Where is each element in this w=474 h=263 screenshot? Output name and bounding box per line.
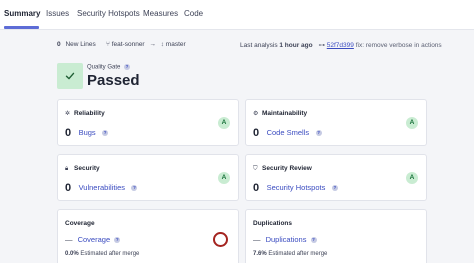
code-smells-link[interactable]: Code Smells [267, 128, 310, 137]
active-tab-indicator [4, 26, 39, 29]
coverage-link[interactable]: Coverage [78, 235, 111, 244]
last-analysis-info: Last analysis 1 hour ago ⊶ 52f7d399 fix:… [240, 41, 442, 49]
reliability-title: Reliability [74, 110, 105, 117]
help-icon[interactable]: ? [124, 64, 131, 70]
bugs-count: 0 [65, 126, 72, 139]
help-icon[interactable]: ? [102, 129, 109, 136]
help-icon[interactable]: ? [131, 184, 138, 191]
branch-name[interactable]: feat-sonner [112, 41, 145, 48]
tab-code[interactable]: Code [184, 9, 203, 18]
target-branch-name[interactable]: master [166, 41, 186, 48]
help-icon[interactable]: ? [310, 237, 317, 244]
code-smells-count: 0 [253, 126, 260, 139]
tab-bar: Summary Issues Security Hotspots Measure… [0, 0, 474, 30]
coverage-empty-value: — [65, 235, 73, 244]
branch-info: ⑂ feat-sonner → ↕ master [106, 41, 186, 48]
new-lines-info: 0 New Lines [57, 41, 96, 48]
help-icon[interactable]: ? [331, 184, 338, 191]
vulnerabilities-link[interactable]: Vulnerabilities [79, 183, 125, 192]
coverage-title: Coverage [65, 220, 95, 227]
duplications-title: Duplications [253, 220, 293, 227]
maintainability-title-row: ⚙ Maintainability [253, 110, 307, 117]
duplications-estimate: 7.6% Estimated after merge [253, 251, 327, 257]
target-branch-icon: ↕ [160, 41, 164, 48]
reliability-card: ✲ Reliability 0 Bugs ? A [57, 99, 239, 146]
duplications-empty-value: — [253, 235, 261, 244]
quality-gate-label-row: Quality Gate ? [87, 64, 131, 71]
coverage-card: Coverage — Coverage ? 0.0% Estimated aft… [57, 209, 239, 263]
security-hotspots-metric: 0 Security Hotspots ? [253, 179, 338, 197]
lock-icon: 🔒︎ [65, 166, 69, 172]
security-review-card: ⛉ Security Review 0 Security Hotspots ? A [245, 154, 427, 201]
gear-icon: ⚙ [253, 111, 259, 117]
duplications-estimate-value: 7.6% [253, 251, 267, 257]
security-review-title-row: ⛉ Security Review [253, 165, 312, 173]
duplications-estimate-label: Estimated after merge [268, 251, 328, 257]
cursor-highlight-ring [213, 232, 228, 247]
help-icon[interactable]: ? [315, 129, 322, 136]
arrow-icon: → [149, 41, 156, 48]
commit-message: fix: remove verbose in actions [355, 42, 442, 49]
bug-icon: ✲ [65, 111, 71, 117]
coverage-estimate-label: Estimated after merge [80, 251, 140, 257]
security-review-grade-badge[interactable]: A [406, 172, 418, 184]
bugs-metric: 0 Bugs ? [65, 124, 109, 142]
last-analysis-time: 1 hour ago [279, 42, 313, 49]
code-smells-metric: 0 Code Smells ? [253, 124, 322, 142]
check-icon [65, 72, 75, 80]
coverage-metric: — Coverage ? [65, 235, 121, 244]
coverage-estimate: 0.0% Estimated after merge [65, 251, 139, 257]
reliability-title-row: ✲ Reliability [65, 110, 105, 117]
security-title: Security [74, 165, 100, 172]
duplications-link[interactable]: Duplications [266, 235, 307, 244]
tab-measures[interactable]: Measures [143, 9, 178, 18]
quality-gate-label: Quality Gate [87, 64, 121, 71]
quality-gate-badge [57, 63, 83, 89]
tab-security-hotspots[interactable]: Security Hotspots [77, 9, 140, 18]
bugs-link[interactable]: Bugs [79, 128, 96, 137]
branch-icon: ⑂ [106, 41, 110, 48]
new-lines-count: 0 [57, 41, 61, 48]
vulnerabilities-count: 0 [65, 181, 72, 194]
new-lines-label: New Lines [65, 41, 96, 48]
reliability-grade-badge[interactable]: A [218, 117, 230, 129]
maintainability-title: Maintainability [262, 110, 308, 117]
shield-icon: ⛉ [253, 166, 258, 172]
last-analysis-label: Last analysis [240, 42, 278, 49]
coverage-estimate-value: 0.0% [65, 251, 79, 257]
maintainability-card: ⚙ Maintainability 0 Code Smells ? A [245, 99, 427, 146]
help-icon[interactable]: ? [114, 237, 121, 244]
tab-summary[interactable]: Summary [4, 9, 40, 18]
security-hotspots-count: 0 [253, 181, 260, 194]
commit-hash-link[interactable]: 52f7d399 [327, 42, 354, 49]
security-hotspots-link[interactable]: Security Hotspots [267, 183, 326, 192]
commit-icon: ⊶ [318, 42, 325, 49]
security-grade-badge[interactable]: A [218, 172, 230, 184]
security-card: 🔒︎ Security 0 Vulnerabilities ? A [57, 154, 239, 201]
security-title-row: 🔒︎ Security [65, 165, 100, 173]
security-review-title: Security Review [262, 165, 312, 172]
tab-issues[interactable]: Issues [46, 9, 69, 18]
vulnerabilities-metric: 0 Vulnerabilities ? [65, 179, 138, 197]
quality-gate-status: Passed [87, 72, 140, 89]
duplications-metric: — Duplications ? [253, 235, 317, 244]
duplications-card: Duplications — Duplications ? 7.6% Estim… [245, 209, 427, 263]
maintainability-grade-badge[interactable]: A [406, 117, 418, 129]
